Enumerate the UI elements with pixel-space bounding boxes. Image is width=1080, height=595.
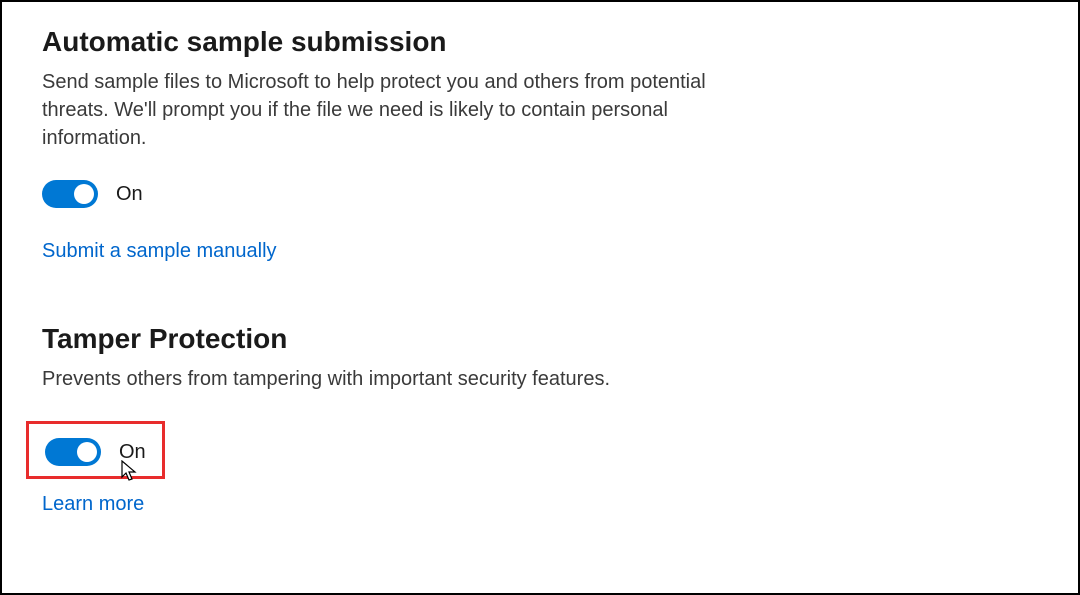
automatic-sample-submission-section: Automatic sample submission Send sample … xyxy=(42,26,1038,263)
toggle-row-tamper-protection: On xyxy=(45,438,146,466)
learn-more-link[interactable]: Learn more xyxy=(42,493,144,516)
toggle-knob-icon xyxy=(74,184,94,204)
toggle-row-automatic-sample-submission: On xyxy=(42,180,1038,208)
section-title-tamper-protection: Tamper Protection xyxy=(42,323,1038,355)
section-description-tamper-protection: Prevents others from tampering with impo… xyxy=(42,365,762,393)
submit-sample-manually-link[interactable]: Submit a sample manually xyxy=(42,240,277,263)
section-description-automatic-sample-submission: Send sample files to Microsoft to help p… xyxy=(42,68,762,152)
toggle-state-label: On xyxy=(116,183,143,206)
toggle-state-label: On xyxy=(119,441,146,464)
toggle-tamper-protection[interactable] xyxy=(45,438,101,466)
toggle-knob-icon xyxy=(77,442,97,462)
tamper-protection-section: Tamper Protection Prevents others from t… xyxy=(42,323,1038,516)
toggle-automatic-sample-submission[interactable] xyxy=(42,180,98,208)
section-title-automatic-sample-submission: Automatic sample submission xyxy=(42,26,1038,58)
highlight-annotation-box: On xyxy=(26,421,165,479)
